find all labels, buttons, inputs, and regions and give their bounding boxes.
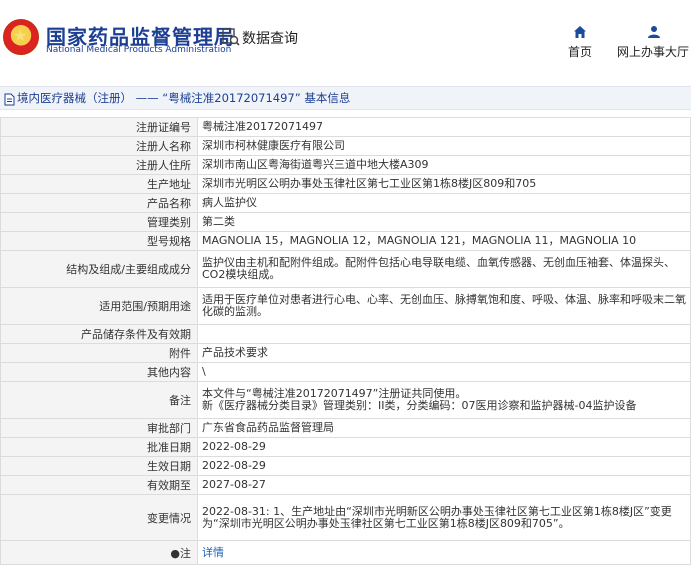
nav-service-hall[interactable]: 网上办事大厅 [617, 25, 691, 60]
table-row: 产品储存条件及有效期 [0, 324, 691, 344]
table-row: 注册人名称 深圳市柯林健康医疗有限公司 [0, 136, 691, 156]
table-row: 其他内容 \ [0, 362, 691, 382]
field-label: 批准日期 [0, 437, 198, 457]
user-icon [617, 25, 691, 43]
record-title-bar: 境内医疗器械（注册） —— “粤械注准20172071497” 基本信息 [0, 86, 691, 110]
field-label: 注册人住所 [0, 155, 198, 175]
field-label: 其他内容 [0, 362, 198, 382]
field-label: 附件 [0, 343, 198, 363]
field-value: 病人监护仪 [197, 193, 691, 213]
field-label: 结构及组成/主要组成成分 [0, 250, 198, 288]
field-value: 第二类 [197, 212, 691, 232]
table-row: 型号规格 MAGNOLIA 15，MAGNOLIA 12，MAGNOLIA 121… [0, 231, 691, 251]
field-value: 详情 [197, 540, 691, 565]
table-row: 生效日期 2022-08-29 [0, 456, 691, 476]
table-row: 注册证编号 粤械注准20172071497 [0, 117, 691, 137]
document-icon [4, 91, 15, 110]
field-value: MAGNOLIA 15，MAGNOLIA 12，MAGNOLIA 121，MAG… [197, 231, 691, 251]
field-label: 注 [180, 546, 191, 560]
national-emblem-logo[interactable] [3, 19, 39, 55]
field-label: 产品名称 [0, 193, 198, 213]
table-row: 备注 本文件与“粤械注准20172071497”注册证共同使用。 新《医疗器械分类… [0, 381, 691, 419]
data-query-icon [222, 28, 240, 50]
field-label: 产品储存条件及有效期 [0, 324, 198, 344]
field-label: 生效日期 [0, 456, 198, 476]
details-link[interactable]: 详情 [202, 546, 224, 559]
table-row: 批准日期 2022-08-29 [0, 437, 691, 457]
field-value: 本文件与“粤械注准20172071497”注册证共同使用。 新《医疗器械分类目录… [197, 381, 691, 419]
home-icon [565, 25, 595, 43]
field-value: 深圳市南山区粤海街道粤兴三道中地大楼A309 [197, 155, 691, 175]
field-value: 产品技术要求 [197, 343, 691, 363]
field-label: 管理类别 [0, 212, 198, 232]
field-label: 注册证编号 [0, 117, 198, 137]
data-query-label: 数据查询 [242, 31, 298, 47]
table-row: 适用范围/预期用途 适用于医疗单位对患者进行心电、心率、无创血压、脉搏氧饱和度、呼… [0, 287, 691, 325]
note-label-cell: ●注 [0, 540, 198, 565]
nav-home-label: 首页 [567, 45, 592, 59]
field-value [197, 324, 691, 344]
field-value: 粤械注准20172071497 [197, 117, 691, 137]
nav-service-label: 网上办事大厅 [617, 45, 690, 59]
field-value: 2022-08-29 [197, 437, 691, 457]
table-row: 有效期至 2027-08-27 [0, 475, 691, 495]
device-info-table: 注册证编号 粤械注准20172071497 注册人名称 深圳市柯林健康医疗有限公司 … [0, 117, 691, 565]
field-value: 深圳市光明区公明办事处玉律社区第七工业区第1栋8楼J区809和705 [197, 174, 691, 194]
table-row: 管理类别 第二类 [0, 212, 691, 232]
record-title: 境内医疗器械（注册） —— “粤械注准20172071497” 基本信息 [17, 91, 351, 105]
table-row: 生产地址 深圳市光明区公明办事处玉律社区第七工业区第1栋8楼J区809和705 [0, 174, 691, 194]
field-label: 适用范围/预期用途 [0, 287, 198, 325]
field-value: 2027-08-27 [197, 475, 691, 495]
field-label: 注册人名称 [0, 136, 198, 156]
nav-home[interactable]: 首页 [565, 25, 595, 60]
table-row: 审批部门 广东省食品药品监督管理局 [0, 418, 691, 438]
field-label: 备注 [0, 381, 198, 419]
field-label: 有效期至 [0, 475, 198, 495]
field-value: 监护仪由主机和配附件组成。配附件包括心电导联电缆、血氧传感器、无创血压袖套、体温… [197, 250, 691, 288]
table-row: 注册人住所 深圳市南山区粤海街道粤兴三道中地大楼A309 [0, 155, 691, 175]
field-value: 2022-08-31: 1、生产地址由“深圳市光明新区公明办事处玉律社区第七工业… [197, 494, 691, 541]
field-value: 广东省食品药品监督管理局 [197, 418, 691, 438]
table-row: 结构及组成/主要组成成分 监护仪由主机和配附件组成。配附件包括心电导联电缆、血氧传… [0, 250, 691, 288]
table-row: ●注 详情 [0, 540, 691, 565]
field-label: 生产地址 [0, 174, 198, 194]
table-row: 附件 产品技术要求 [0, 343, 691, 363]
site-header: 国家药品监督管理局 National Medical Products Admi… [0, 0, 691, 75]
field-value: \ [197, 362, 691, 382]
field-value: 深圳市柯林健康医疗有限公司 [197, 136, 691, 156]
field-value: 适用于医疗单位对患者进行心电、心率、无创血压、脉搏氧饱和度、呼吸、体温、脉率和呼… [197, 287, 691, 325]
table-row: 产品名称 病人监护仪 [0, 193, 691, 213]
data-query-link[interactable]: 数据查询 [222, 28, 298, 50]
table-row: 变更情况 2022-08-31: 1、生产地址由“深圳市光明新区公明办事处玉律社区… [0, 494, 691, 541]
field-value: 2022-08-29 [197, 456, 691, 476]
field-label: 变更情况 [0, 494, 198, 541]
field-label: 型号规格 [0, 231, 198, 251]
info-dot-icon: ● [170, 546, 180, 560]
field-label: 审批部门 [0, 418, 198, 438]
site-name-en[interactable]: National Medical Products Administration [46, 45, 231, 55]
